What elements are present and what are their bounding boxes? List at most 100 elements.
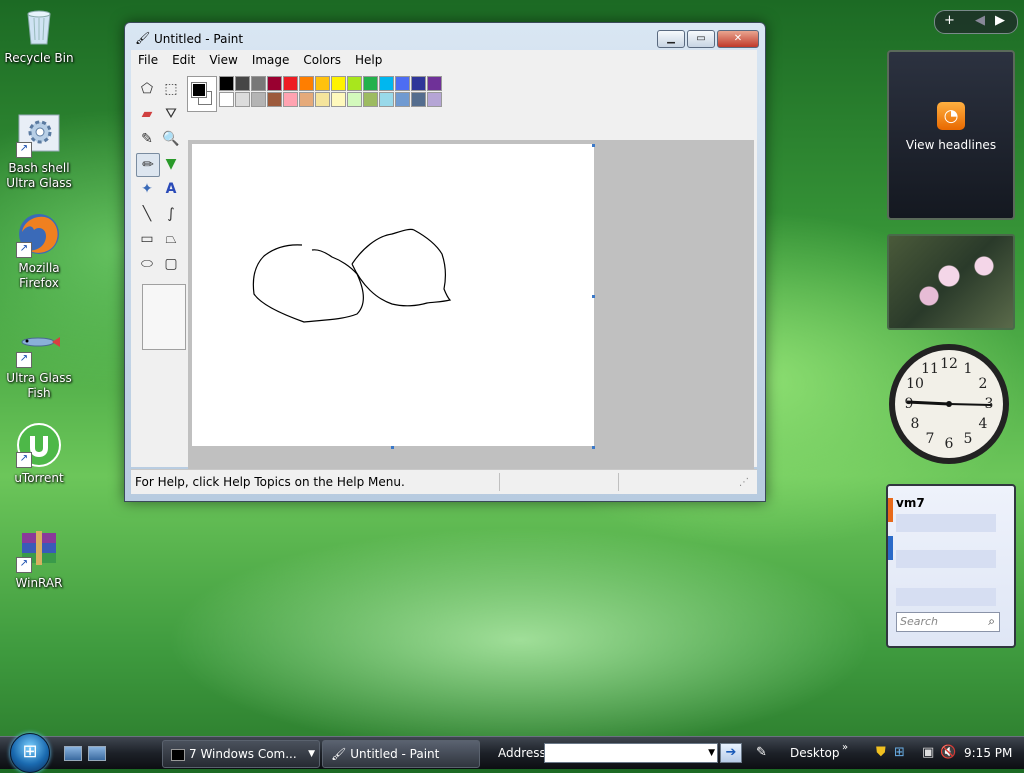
color-swatch[interactable] (299, 76, 314, 91)
search-icon[interactable]: ⌕ (988, 614, 995, 629)
fill-bucket-icon[interactable]: ⛛ (160, 103, 182, 125)
text-tool-icon[interactable]: A (160, 178, 182, 200)
tool-options-box[interactable] (142, 284, 186, 350)
color-swatch[interactable] (427, 76, 442, 91)
address-input[interactable]: ▼ (544, 743, 718, 763)
contact-row[interactable] (896, 514, 996, 532)
contact-row[interactable] (896, 588, 996, 606)
show-desktop-icon[interactable] (64, 746, 82, 761)
security-shield-icon[interactable]: ⛊ (876, 745, 886, 760)
desktop-icon-firefox[interactable]: ↗ Mozilla Firefox (1, 212, 77, 291)
contacts-search-input[interactable]: Search ⌕ (896, 612, 1000, 632)
color-picker-icon[interactable]: ✎ (136, 128, 158, 150)
color-swatch[interactable] (315, 76, 330, 91)
color-swatch[interactable] (331, 92, 346, 107)
color-swatch[interactable] (219, 92, 234, 107)
rounded-rectangle-icon[interactable]: ▢ (160, 253, 182, 275)
rect-select-icon[interactable]: ⬚ (160, 78, 182, 100)
shortcut-arrow-icon: ↗ (16, 242, 32, 258)
menu-view[interactable]: View (202, 53, 244, 67)
go-button[interactable]: ➔ (720, 743, 742, 763)
clock-gadget[interactable]: 1212 345 678 91011 (887, 342, 1011, 466)
switch-windows-icon[interactable] (88, 746, 106, 761)
color-swatch[interactable] (235, 76, 250, 91)
rectangle-icon[interactable]: ▭ (136, 228, 158, 250)
color-swatch[interactable] (395, 92, 410, 107)
chevron-right-icon[interactable]: » (842, 742, 848, 753)
pencil-icon[interactable]: ✏ (136, 153, 160, 177)
menu-edit[interactable]: Edit (165, 53, 202, 67)
color-swatch[interactable] (283, 92, 298, 107)
resize-handle[interactable] (391, 446, 394, 449)
menu-image[interactable]: Image (245, 53, 297, 67)
magnifier-icon[interactable]: 🔍 (160, 128, 182, 150)
color-swatch[interactable] (363, 92, 378, 107)
resize-handle[interactable] (592, 144, 595, 147)
menu-help[interactable]: Help (348, 53, 389, 67)
desktop-icon-utorrent[interactable]: ↗ uTorrent (1, 422, 77, 486)
color-swatch[interactable] (411, 92, 426, 107)
ellipse-icon[interactable]: ⬭ (136, 253, 158, 275)
prev-gadget-button[interactable]: ◀ (975, 13, 985, 28)
desktop-icon-winrar[interactable]: ↗ WinRAR (1, 527, 77, 591)
color-swatch[interactable] (235, 92, 250, 107)
eraser-icon[interactable]: ▰ (136, 103, 158, 125)
line-icon[interactable]: ╲ (136, 203, 158, 225)
color-swatch[interactable] (347, 92, 362, 107)
desktop-icon-ultra-glass-fish[interactable]: ↗ Ultra Glass Fish (1, 322, 77, 401)
network-icon[interactable]: ⊞ (894, 745, 905, 760)
svg-text:8: 8 (911, 416, 920, 432)
chevron-down-icon[interactable]: ▼ (708, 744, 715, 762)
taskbar-button-command-prompt[interactable]: 7 Windows Com... ▼ (162, 740, 320, 768)
color-swatch[interactable] (219, 76, 234, 91)
utorrent-icon: ↗ (16, 422, 62, 468)
color-swatch[interactable] (363, 76, 378, 91)
resize-handle[interactable] (592, 295, 595, 298)
color-swatch[interactable] (315, 92, 330, 107)
start-button[interactable]: ⊞ (10, 733, 50, 773)
color-swatch[interactable] (427, 92, 442, 107)
resize-handle[interactable] (592, 446, 595, 449)
color-swatch[interactable] (395, 76, 410, 91)
color-swatch[interactable] (379, 92, 394, 107)
color-swatch[interactable] (283, 76, 298, 91)
menu-file[interactable]: File (131, 53, 165, 67)
display-icon[interactable]: ▣ (922, 745, 934, 760)
desktop-icon-recycle-bin[interactable]: Recycle Bin (1, 2, 77, 66)
next-gadget-button[interactable]: ▶ (995, 13, 1005, 28)
taskbar-button-paint[interactable]: 🖌 Untitled - Paint (322, 740, 480, 768)
drawing-canvas[interactable] (192, 144, 594, 446)
color-swatch[interactable] (331, 76, 346, 91)
color-swatch[interactable] (411, 76, 426, 91)
brush-icon[interactable]: ▼ (160, 153, 182, 175)
pen-icon[interactable]: ✎ (756, 745, 767, 760)
maximize-button[interactable]: ▭ (687, 30, 715, 48)
close-button[interactable]: ✕ (717, 30, 759, 48)
desktop-icon-label: uTorrent (14, 471, 64, 485)
color-swatch[interactable] (267, 92, 282, 107)
curve-icon[interactable]: ∫ (160, 203, 182, 225)
taskbar-clock[interactable]: 9:15 PM (964, 746, 1012, 760)
paint-titlebar[interactable]: 🖌 Untitled - Paint ▁ ▭ ✕ (125, 23, 765, 51)
free-form-select-icon[interactable]: ⬠ (136, 78, 158, 100)
feeds-gadget[interactable]: ◔ View headlines (887, 50, 1015, 220)
color-swatch[interactable] (379, 76, 394, 91)
shortcut-arrow-icon: ↗ (16, 352, 32, 368)
color-swatch[interactable] (251, 92, 266, 107)
desktop-toolbar-label[interactable]: Desktop (790, 746, 840, 760)
add-gadget-button[interactable]: + (944, 13, 955, 28)
color-swatch[interactable] (251, 76, 266, 91)
minimize-button[interactable]: ▁ (657, 30, 685, 48)
color-swatch[interactable] (267, 76, 282, 91)
slideshow-gadget[interactable] (887, 234, 1015, 330)
resize-grip-icon[interactable]: ⋰ (739, 477, 749, 488)
polygon-icon[interactable]: ⏢ (160, 228, 182, 250)
volume-muted-icon[interactable]: 🔇 (940, 745, 956, 760)
airbrush-icon[interactable]: ✦ (136, 178, 158, 200)
desktop-icon-bash-shell[interactable]: ↗ Bash shell Ultra Glass (1, 112, 77, 191)
color-swatch[interactable] (347, 76, 362, 91)
color-swatch[interactable] (299, 92, 314, 107)
contact-row[interactable] (896, 550, 996, 568)
menu-colors[interactable]: Colors (296, 53, 348, 67)
status-bar: For Help, click Help Topics on the Help … (131, 469, 757, 494)
